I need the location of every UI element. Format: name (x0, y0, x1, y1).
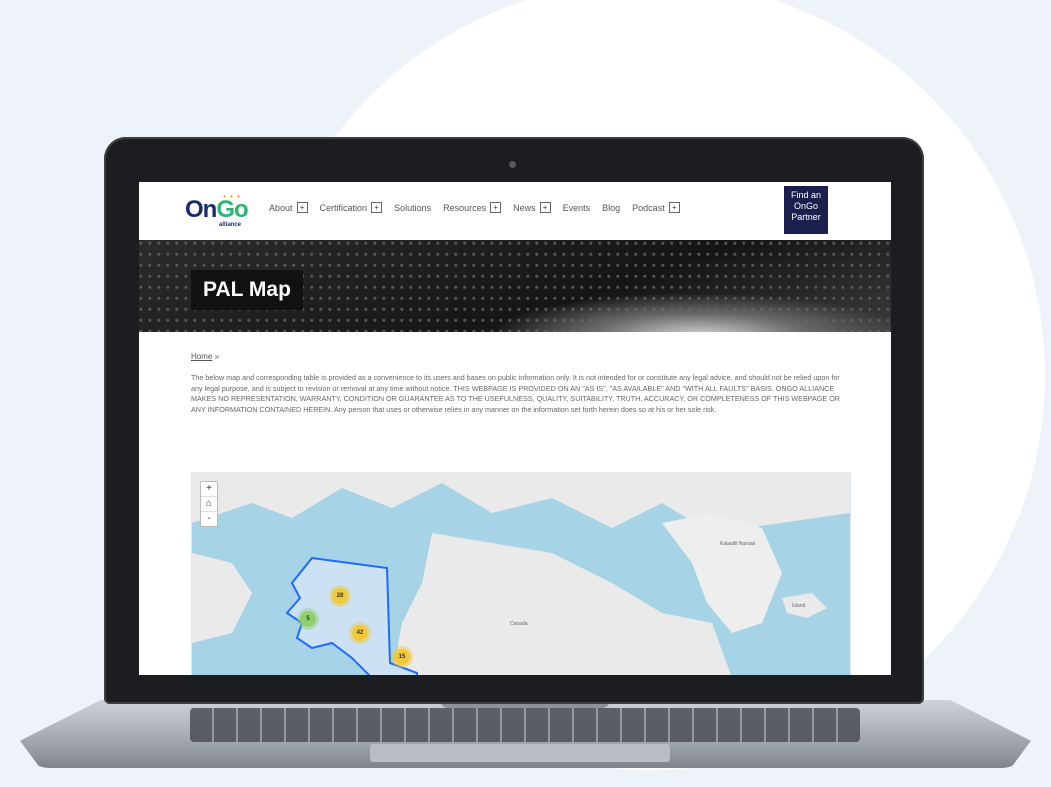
laptop-keyboard (190, 708, 860, 742)
nav-item-certification[interactable]: Certification + (320, 202, 383, 213)
expand-plus-icon[interactable]: + (668, 202, 680, 213)
expand-plus-icon[interactable]: + (296, 202, 308, 213)
laptop-touchpad (370, 744, 670, 762)
site-header: • • • OnGo alliance About + Certificatio… (139, 182, 891, 241)
disclaimer-text: The below map and corresponding table is… (191, 373, 840, 414)
find-partner-button[interactable]: Find an OnGo Partner (784, 186, 828, 234)
main-content: Home » The below map and corresponding t… (191, 352, 851, 415)
nav-item-blog[interactable]: Blog (602, 203, 620, 213)
map-geography (192, 473, 850, 675)
map-cluster-marker[interactable]: 28 (332, 588, 348, 604)
nav-item-events[interactable]: Events (563, 203, 591, 213)
pal-map[interactable]: + ⌂ - 28 5 42 15 Kalaallit Nunaat Ísland… (191, 472, 851, 675)
map-label-iceland: Ísland (792, 603, 806, 609)
expand-plus-icon[interactable]: + (490, 202, 502, 213)
map-cluster-marker[interactable]: 42 (352, 625, 368, 641)
logo-wordmark: OnGo (185, 196, 249, 223)
logo-subtitle: alliance (219, 222, 242, 228)
zoom-out-button[interactable]: - (201, 512, 217, 526)
breadcrumb-home-link[interactable]: Home (191, 352, 212, 361)
map-label-canada: Canada (510, 621, 528, 627)
hero-banner: PAL Map (139, 240, 891, 332)
nav-item-resources[interactable]: Resources + (443, 202, 502, 213)
map-cluster-marker[interactable]: 15 (394, 649, 410, 665)
laptop-screen: • • • OnGo alliance About + Certificatio… (139, 182, 891, 675)
nav-item-solutions[interactable]: Solutions (394, 203, 431, 213)
expand-plus-icon[interactable]: + (371, 202, 383, 213)
home-icon[interactable]: ⌂ (201, 497, 217, 512)
nav-item-podcast[interactable]: Podcast + (632, 202, 680, 213)
main-nav: About + Certification + Solutions Resour… (269, 202, 686, 213)
page-title: PAL Map (191, 270, 303, 310)
nav-item-about[interactable]: About + (269, 202, 308, 213)
map-label-kalaallit: Kalaallit Nunaat (720, 541, 756, 547)
zoom-in-button[interactable]: + (201, 482, 217, 497)
breadcrumb-separator: » (214, 352, 220, 361)
breadcrumb: Home » (191, 352, 851, 361)
webcam-icon (509, 161, 516, 168)
map-zoom-controls: + ⌂ - (200, 481, 218, 527)
map-cluster-marker[interactable]: 5 (300, 611, 316, 627)
ongo-logo[interactable]: • • • OnGo alliance (185, 192, 255, 230)
nav-item-news[interactable]: News + (513, 202, 551, 213)
laptop-lid: • • • OnGo alliance About + Certificatio… (104, 137, 924, 704)
expand-plus-icon[interactable]: + (539, 202, 551, 213)
